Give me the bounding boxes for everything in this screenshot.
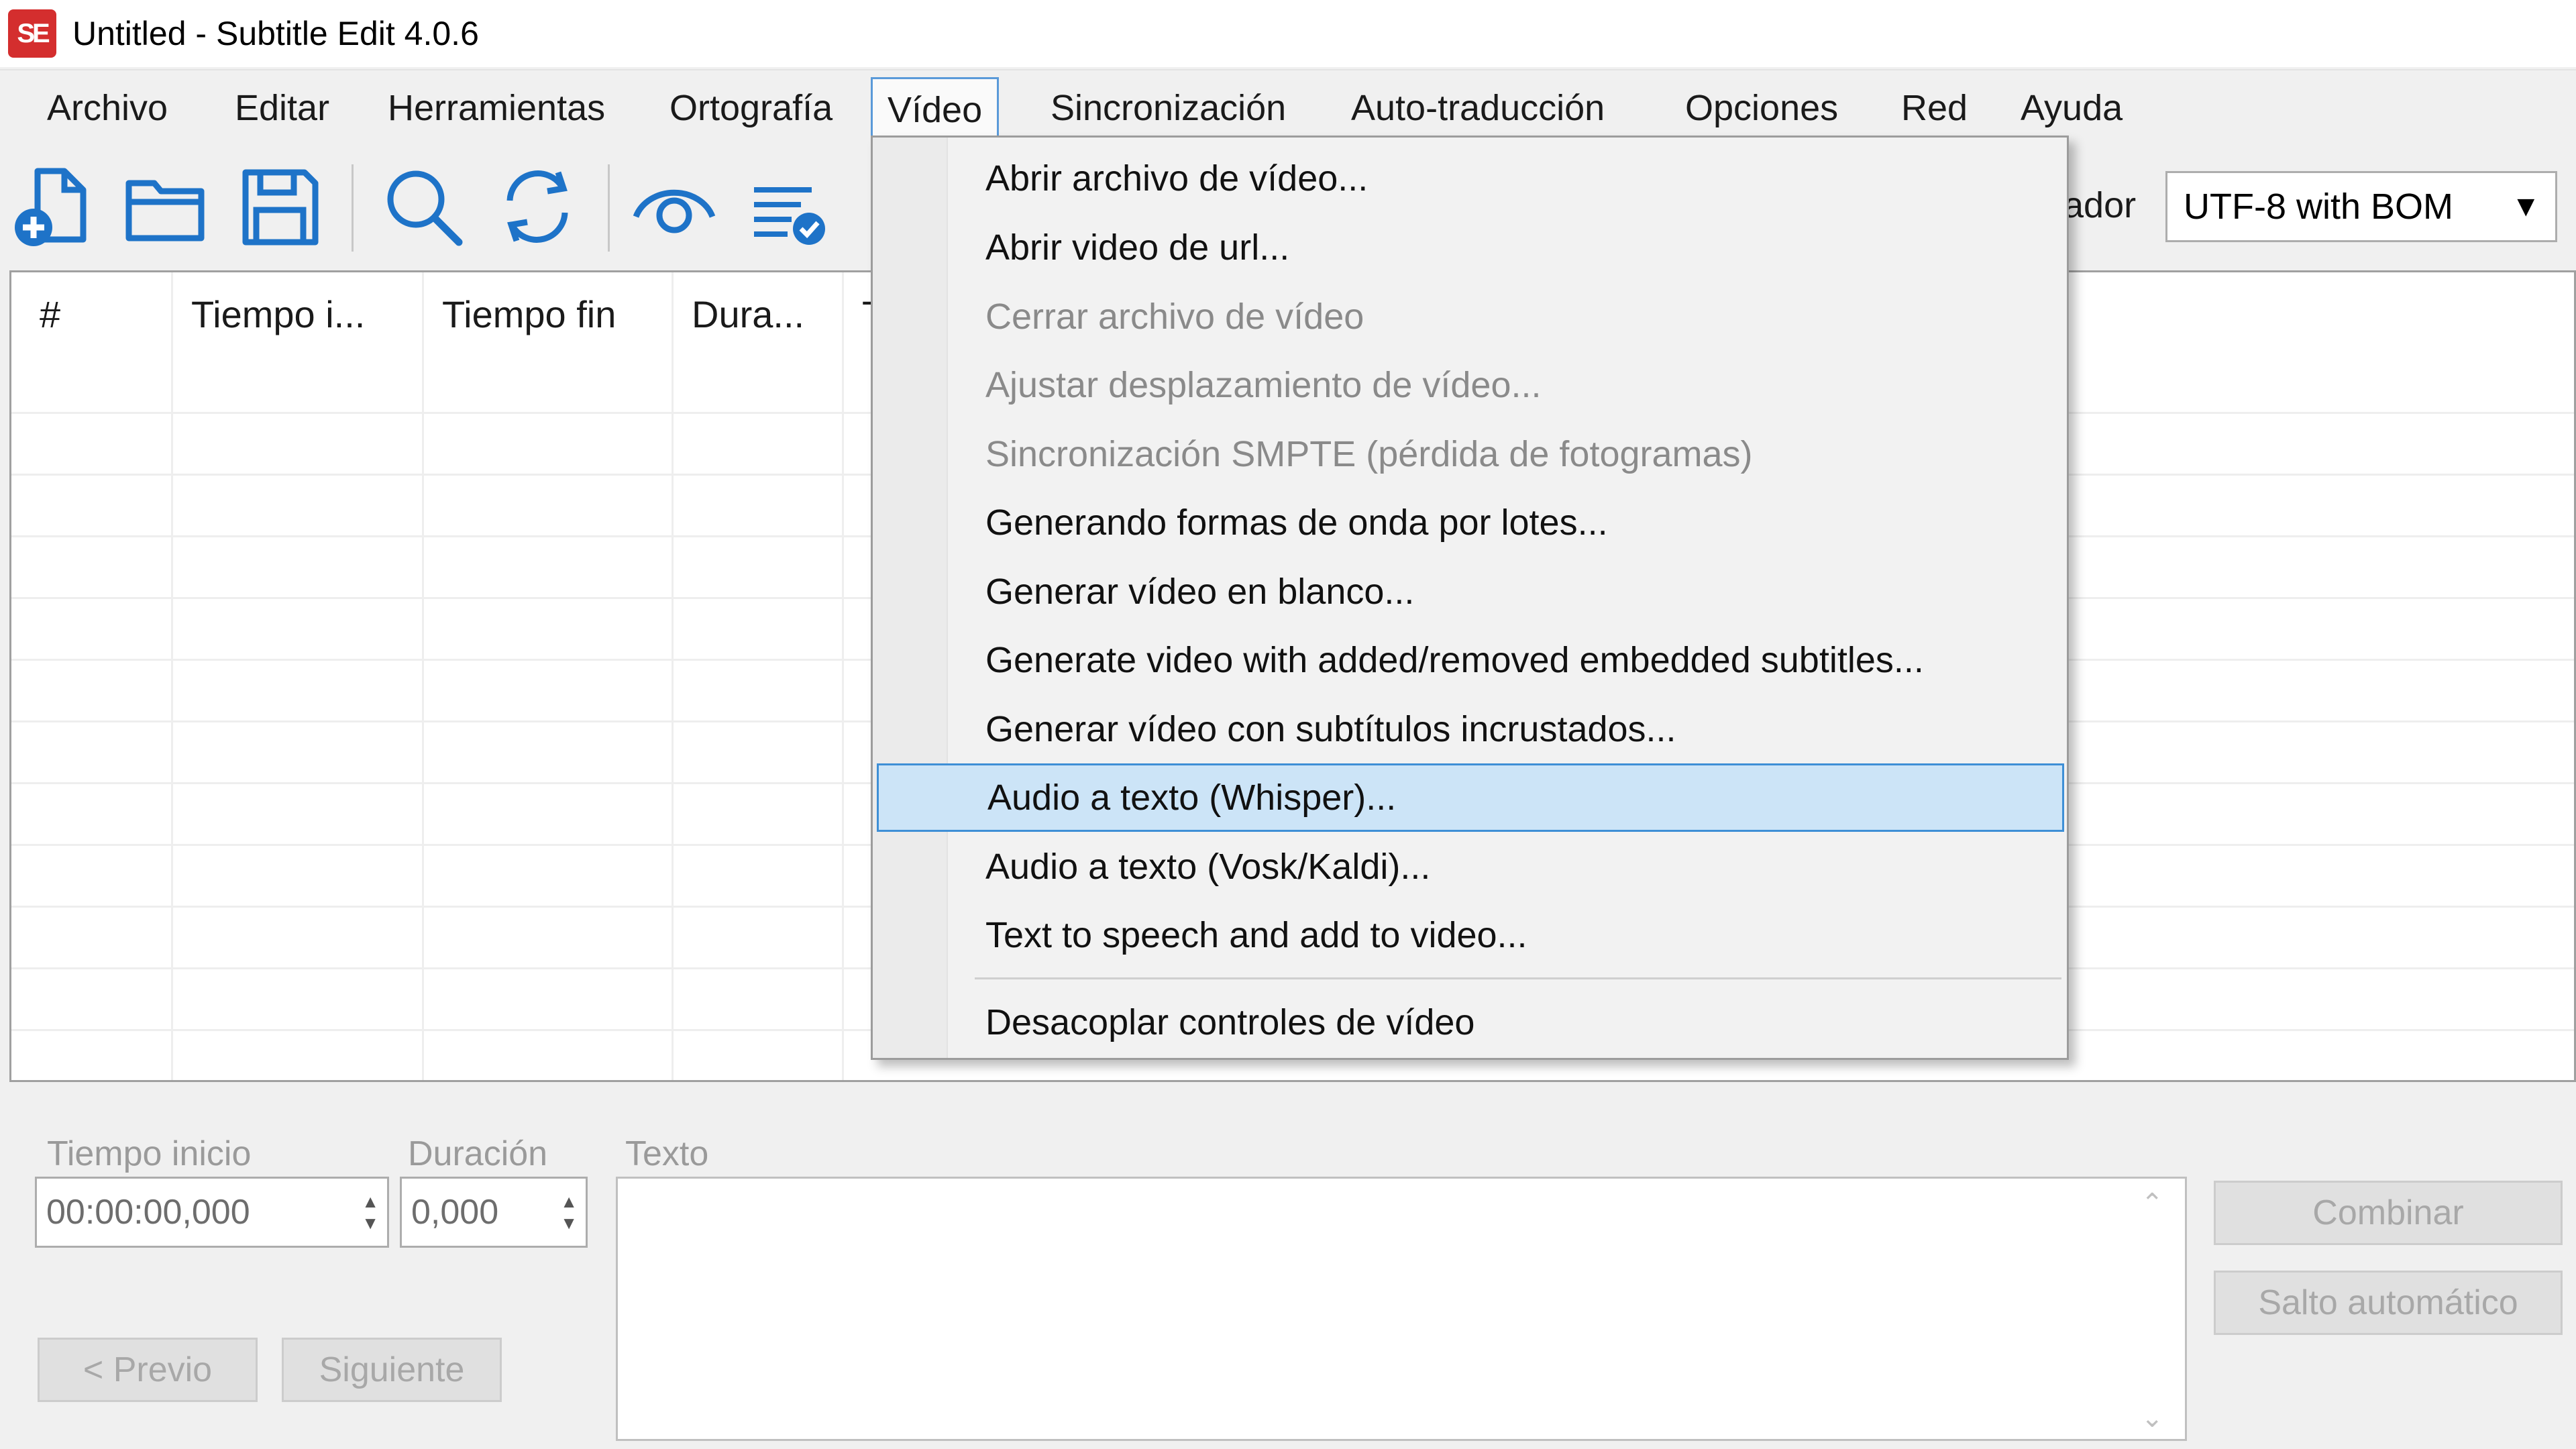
grid-column-divider: [422, 272, 424, 1080]
menu-video[interactable]: Vídeo: [871, 77, 1000, 141]
subtitle-text-area[interactable]: ⌃ ⌄: [616, 1177, 2187, 1441]
auto-break-button[interactable]: Salto automático: [2214, 1271, 2563, 1335]
save-icon[interactable]: [236, 163, 323, 250]
menu-item-batch-waveforms[interactable]: Generando formas de onda por lotes...: [873, 488, 2067, 557]
menu-separator: [975, 977, 2061, 979]
menu-item-open-video-file[interactable]: Abrir archivo de vídeo...: [873, 144, 2067, 213]
scroll-down-icon[interactable]: ⌄: [2141, 1403, 2163, 1434]
grid-column-divider: [171, 272, 173, 1080]
replace-icon[interactable]: [494, 163, 581, 250]
visual-sync-icon[interactable]: [631, 163, 718, 250]
title-bar: SE Untitled - Subtitle Edit 4.0.6: [0, 0, 2576, 67]
menu-item-generate-embedded-subs[interactable]: Generate video with added/removed embedd…: [873, 626, 2067, 694]
duration-value: 0,000: [411, 1193, 499, 1232]
grid-column-divider: [672, 272, 674, 1080]
menu-item-open-video-url[interactable]: Abrir video de url...: [873, 213, 2067, 282]
duration-label: Duración: [408, 1134, 548, 1173]
toolbar-separator: [608, 164, 610, 252]
menu-ayuda[interactable]: Ayuda: [2006, 77, 2137, 139]
menu-red[interactable]: Red: [1886, 77, 1982, 139]
app-logo-icon: SE: [8, 9, 56, 58]
menu-item-audio-to-text-whisper[interactable]: Audio a texto (Whisper)...: [877, 763, 2064, 832]
column-header-number[interactable]: #: [40, 292, 60, 336]
text-label: Texto: [625, 1134, 709, 1173]
menu-editar[interactable]: Editar: [220, 77, 344, 139]
menu-item-generate-blank-video[interactable]: Generar vídeo en blanco...: [873, 557, 2067, 626]
menu-item-text-to-speech[interactable]: Text to speech and add to video...: [873, 901, 2067, 969]
chevron-down-icon: ▼: [2511, 190, 2540, 223]
video-menu-dropdown: Abrir archivo de vídeo... Abrir video de…: [871, 136, 2069, 1060]
column-header-end[interactable]: Tiempo fin: [442, 292, 616, 336]
find-icon[interactable]: [380, 163, 467, 250]
menu-bar: Archivo Editar Herramientas Ortografía V…: [0, 69, 2576, 143]
subtitle-editor-panel: Tiempo inicio 00:00:00,000 ▲ ▼ Duración 0…: [9, 1119, 2576, 1449]
menu-auto-traduccion[interactable]: Auto-traducción: [1336, 77, 1619, 139]
menu-opciones[interactable]: Opciones: [1670, 77, 1853, 139]
menu-ortografia[interactable]: Ortografía: [655, 77, 847, 139]
start-time-input[interactable]: 00:00:00,000 ▲ ▼: [35, 1177, 389, 1248]
open-folder-icon[interactable]: [122, 163, 209, 250]
duration-input[interactable]: 0,000 ▲ ▼: [400, 1177, 588, 1248]
column-header-duration[interactable]: Dura...: [692, 292, 804, 336]
menu-item-close-video-file: Cerrar archivo de vídeo: [985, 297, 1364, 337]
menu-item-adjust-video-offset: Ajustar desplazamiento de vídeo...: [985, 365, 1542, 405]
spinner-arrows-icon[interactable]: ▲ ▼: [362, 1191, 379, 1234]
encoding-value: UTF-8 with BOM: [2184, 186, 2454, 227]
menu-item-undock-video-controls[interactable]: Desacoplar controles de vídeo: [873, 988, 2067, 1057]
grid-column-divider: [842, 272, 844, 1080]
encoding-label: ador: [2063, 185, 2137, 225]
menu-sincronizacion[interactable]: Sincronización: [1036, 77, 1301, 139]
menu-item-generate-burned-subs[interactable]: Generar vídeo con subtítulos incrustados…: [873, 695, 2067, 763]
combine-button[interactable]: Combinar: [2214, 1181, 2563, 1245]
window-title: Untitled - Subtitle Edit 4.0.6: [72, 15, 479, 52]
start-time-value: 00:00:00,000: [46, 1193, 250, 1232]
menu-item-audio-to-text-vosk[interactable]: Audio a texto (Vosk/Kaldi)...: [873, 833, 2067, 901]
spell-check-icon[interactable]: [745, 163, 832, 250]
start-time-label: Tiempo inicio: [47, 1134, 252, 1173]
spinner-arrows-icon[interactable]: ▲ ▼: [560, 1191, 578, 1234]
previous-button[interactable]: < Previo: [38, 1338, 258, 1402]
encoding-select[interactable]: UTF-8 with BOM ▼: [2165, 171, 2557, 242]
menu-herramientas[interactable]: Herramientas: [373, 77, 620, 139]
toolbar-separator: [352, 164, 354, 252]
menu-archivo[interactable]: Archivo: [32, 77, 182, 139]
new-file-icon[interactable]: [11, 163, 98, 250]
menu-item-smpte-sync: Sincronización SMPTE (pérdida de fotogra…: [985, 434, 1753, 474]
scroll-up-icon[interactable]: ⌃: [2141, 1188, 2163, 1219]
column-header-start[interactable]: Tiempo i...: [191, 292, 365, 336]
next-button[interactable]: Siguiente: [282, 1338, 502, 1402]
